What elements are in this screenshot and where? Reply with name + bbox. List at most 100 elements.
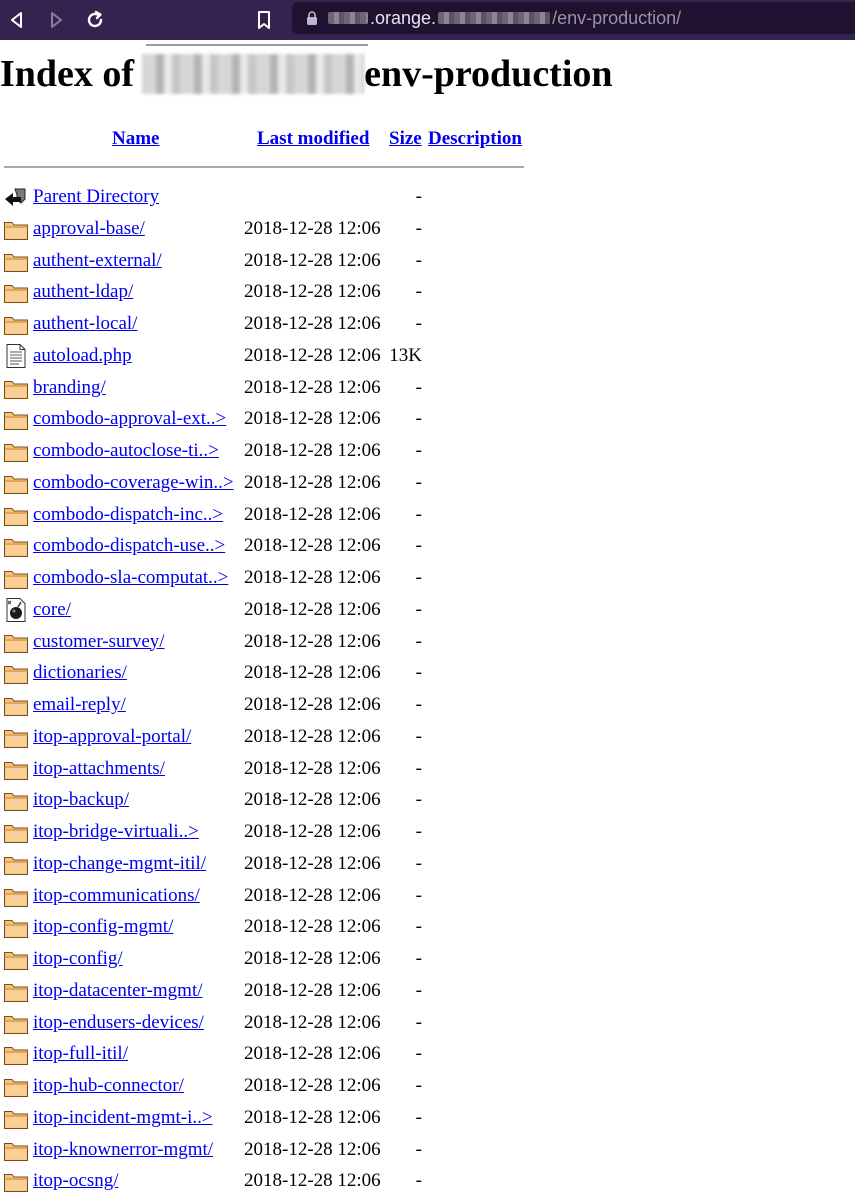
entry-link[interactable]: autoload.php <box>33 340 132 372</box>
list-item: itop-config/2018-12-28 12:06 - <box>0 943 540 975</box>
list-item: dictionaries/2018-12-28 12:06 - <box>0 657 540 689</box>
last-modified: 2018-12-28 12:06 <box>244 662 381 684</box>
folder-icon <box>4 1079 28 1097</box>
list-item: itop-hub-connector/2018-12-28 12:06 - <box>0 1070 540 1102</box>
address-bar[interactable]: .orange. /env-production/ <box>292 2 855 34</box>
folder-icon <box>4 1142 28 1161</box>
entry-link[interactable]: itop-backup/ <box>33 784 129 816</box>
entry-link[interactable]: itop-approval-portal/ <box>33 721 191 753</box>
entry-link[interactable]: approval-base/ <box>33 213 145 245</box>
last-modified: 2018-12-28 12:06 <box>244 821 381 842</box>
page-title-prefix: Index of <box>0 53 135 95</box>
entry-link[interactable]: itop-attachments/ <box>33 753 165 785</box>
entry-link[interactable]: customer-survey/ <box>33 626 165 658</box>
folder-icon <box>4 888 28 907</box>
list-item: authent-external/2018-12-28 12:06 - <box>0 245 540 277</box>
file-size: - <box>415 598 422 620</box>
entry-link[interactable]: combodo-autoclose-ti..> <box>33 435 219 467</box>
list-item: itop-approval-portal/2018-12-28 12:06 - <box>0 721 540 753</box>
file-size: - <box>415 281 422 303</box>
last-modified: 2018-12-28 12:06 <box>244 789 381 811</box>
bomb-icon <box>6 597 26 622</box>
file-size: - <box>415 852 422 874</box>
entry-link[interactable]: combodo-approval-ext..> <box>33 403 226 435</box>
sort-by-name-link[interactable]: Name <box>112 128 159 150</box>
folder-icon <box>4 856 28 875</box>
file-size: - <box>415 1138 422 1160</box>
list-item: itop-backup/2018-12-28 12:06 - <box>0 784 540 816</box>
entry-link[interactable]: itop-bridge-virtuali..> <box>33 816 199 848</box>
list-item: combodo-dispatch-inc..> 2018-12-28 12:06 - <box>0 499 540 531</box>
forward-icon[interactable] <box>44 8 68 32</box>
list-item: itop-attachments/2018-12-28 12:06 - <box>0 753 540 785</box>
entry-link[interactable]: itop-change-mgmt-itil/ <box>33 848 206 880</box>
entry-link[interactable]: core/ <box>33 594 71 626</box>
entry-link[interactable]: itop-endusers-devices/ <box>33 1007 204 1039</box>
entry-link[interactable]: combodo-dispatch-inc..> <box>33 499 223 531</box>
file-size: - <box>415 662 422 684</box>
folder-icon <box>4 1110 28 1129</box>
reload-icon[interactable] <box>83 8 107 32</box>
last-modified: 2018-12-28 12:06 <box>244 344 381 366</box>
file-size: - <box>415 979 422 1001</box>
folder-icon <box>4 920 28 939</box>
entry-link[interactable]: branding/ <box>33 372 106 404</box>
entry-link[interactable]: combodo-dispatch-use..> <box>33 530 225 562</box>
last-modified: 2018-12-28 12:06 <box>244 567 381 588</box>
last-modified: 2018-12-28 12:06 <box>244 217 381 239</box>
list-item: itop-full-itil/2018-12-28 12:06 - <box>0 1038 540 1070</box>
file-size: - <box>415 217 422 239</box>
entry-link[interactable]: combodo-coverage-win..> <box>33 467 234 499</box>
entry-link[interactable]: combodo-sla-computat..> <box>33 562 228 594</box>
folder-icon <box>4 507 28 526</box>
file-size: - <box>415 916 422 938</box>
back-icon[interactable] <box>5 8 29 32</box>
entry-link[interactable]: email-reply/ <box>33 689 126 721</box>
entry-link[interactable]: itop-incident-mgmt-i..> <box>33 1102 213 1134</box>
entry-link[interactable]: itop-communications/ <box>33 880 200 912</box>
sort-by-description-link[interactable]: Description <box>428 128 522 150</box>
folder-icon <box>4 444 28 462</box>
last-modified: 2018-12-28 12:06 <box>244 979 381 1001</box>
sort-by-modified-link[interactable]: Last modified <box>257 128 369 150</box>
last-modified: 2018-12-28 12:06 <box>244 725 381 747</box>
entry-link[interactable]: authent-external/ <box>33 245 162 277</box>
folder-icon <box>4 1015 28 1034</box>
listing-table: Name Last modified Size Description <box>0 128 530 152</box>
entry-link[interactable]: itop-datacenter-mgmt/ <box>33 975 203 1007</box>
list-item: combodo-sla-computat..> 2018-12-28 12:06 - <box>0 562 540 594</box>
parent-directory-link[interactable]: Parent Directory <box>33 181 159 213</box>
sort-by-size-link[interactable]: Size <box>389 128 422 150</box>
entry-link[interactable]: dictionaries/ <box>33 657 127 689</box>
file-size: - <box>415 503 422 525</box>
last-modified: 2018-12-28 12:06 <box>244 884 381 906</box>
redacted-url-path <box>438 12 551 24</box>
entry-link[interactable]: itop-hub-connector/ <box>33 1070 184 1102</box>
page-title-suffix: env-production <box>364 53 613 95</box>
header-divider <box>4 166 524 168</box>
file-size: - <box>415 948 422 969</box>
folder-icon <box>4 221 28 240</box>
entry-link[interactable]: authent-ldap/ <box>33 276 133 308</box>
last-modified: 2018-12-28 12:06 <box>244 757 381 779</box>
entry-link[interactable]: authent-local/ <box>33 308 137 340</box>
file-size: - <box>415 821 422 842</box>
entry-link[interactable]: itop-knownerror-mgmt/ <box>33 1134 213 1166</box>
url-text: .orange. /env-production/ <box>326 8 681 29</box>
file-size: - <box>415 1011 422 1033</box>
entry-link[interactable]: itop-config/ <box>33 943 123 975</box>
bookmark-icon[interactable] <box>252 8 276 32</box>
table-header: Name Last modified Size Description <box>0 128 530 152</box>
entry-link[interactable]: itop-ocsng/ <box>33 1165 119 1197</box>
redacted-title-part <box>142 54 365 94</box>
file-size: - <box>415 567 422 588</box>
list-item: customer-survey/2018-12-28 12:06 - <box>0 626 540 658</box>
last-modified: 2018-12-28 12:06 <box>244 376 381 398</box>
entry-link[interactable]: itop-config-mgmt/ <box>33 911 173 943</box>
list-item: autoload.php 2018-12-28 12:06 13K <box>0 340 540 372</box>
folder-icon <box>4 380 28 399</box>
entry-link[interactable]: itop-full-itil/ <box>33 1038 128 1070</box>
browser-toolbar: .orange. /env-production/ <box>0 0 855 40</box>
list-item: approval-base/2018-12-28 12:06 - <box>0 213 540 245</box>
last-modified: 2018-12-28 12:06 <box>244 1106 381 1128</box>
